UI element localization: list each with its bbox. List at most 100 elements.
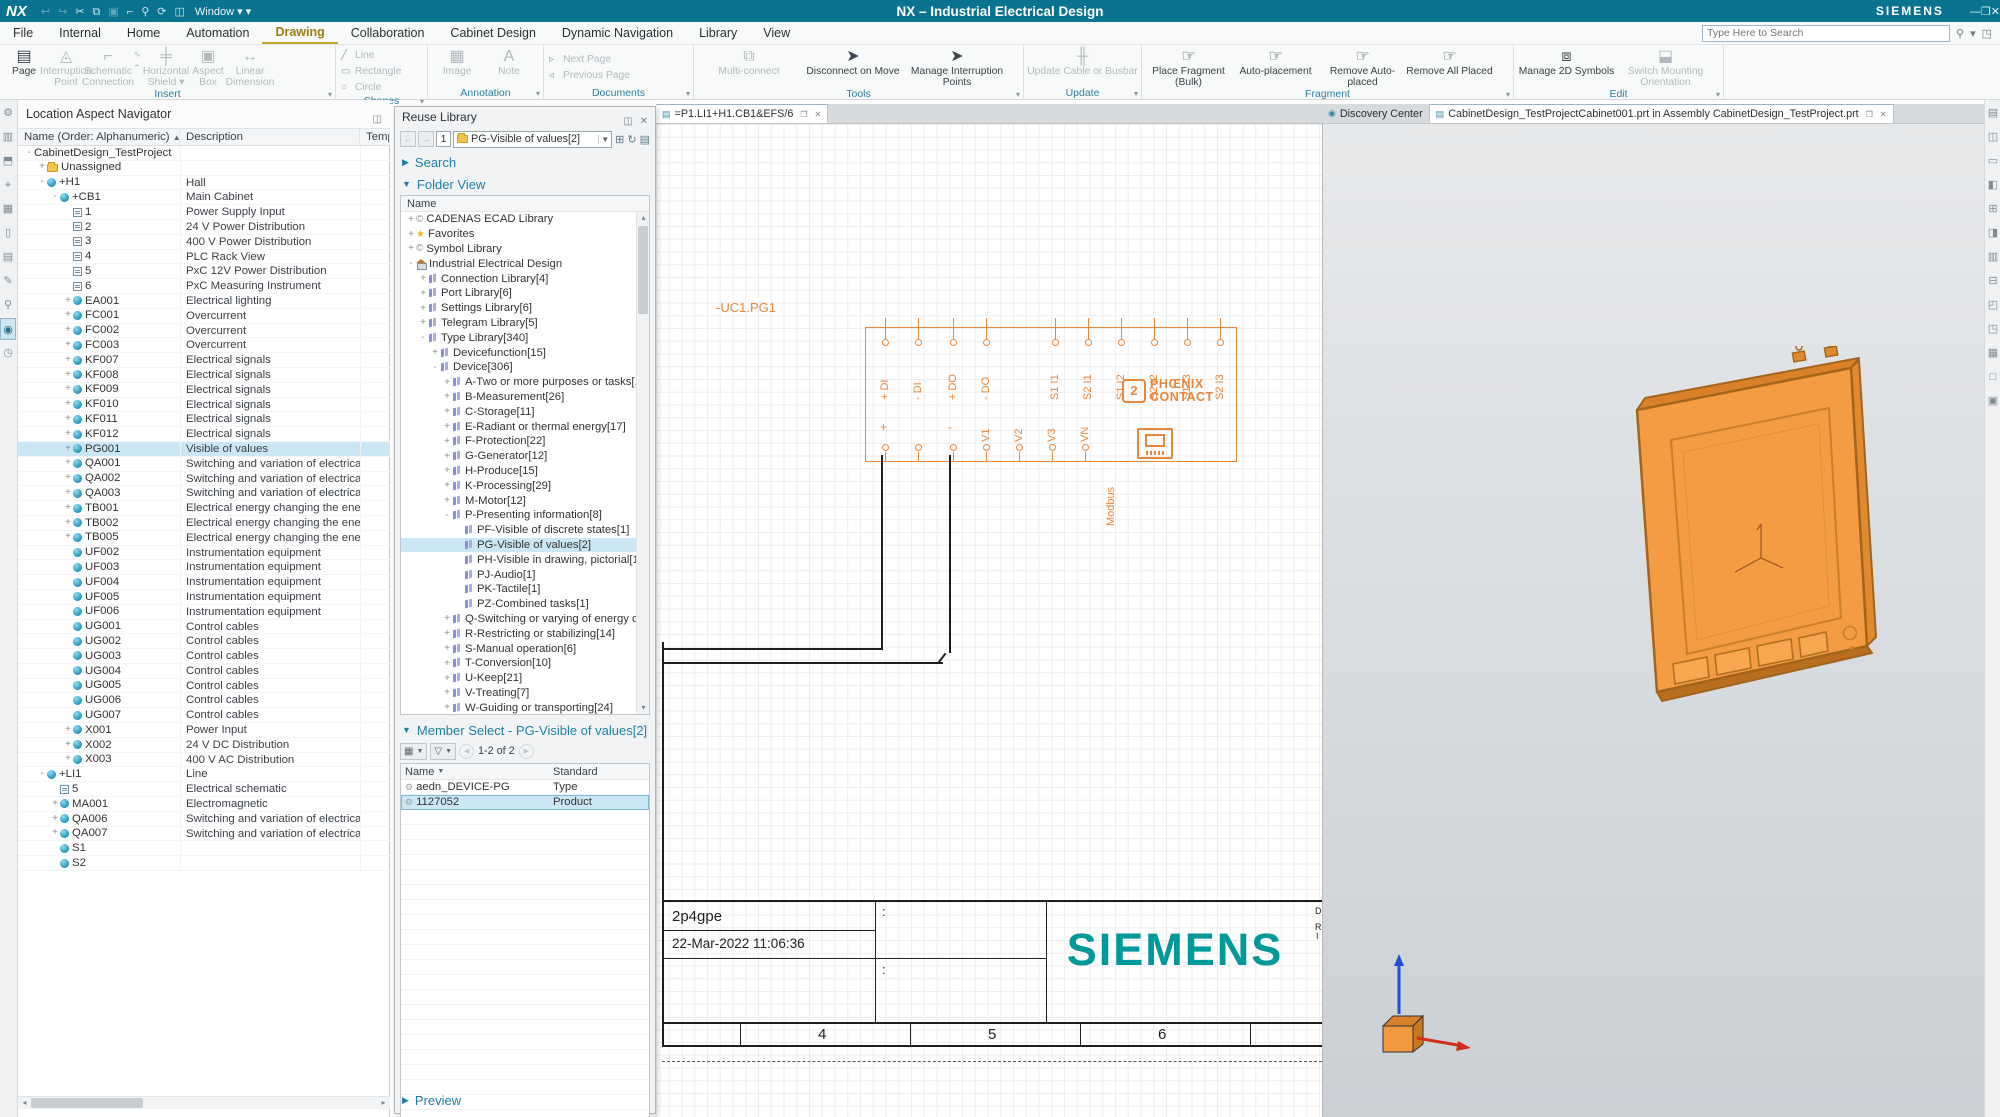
table-row[interactable]: + EA001 Electrical lighting [18,293,390,309]
tree-row[interactable]: + Devicefunction[15] [401,345,637,360]
remove-auto-placed-button[interactable]: ☞ Remove Auto-placed [1319,47,1406,88]
table-row[interactable]: + FC003 Overcurrent [18,338,390,354]
layout-4-icon[interactable]: ◧ [1985,174,2000,196]
circle-button[interactable]: ○ Circle [341,80,381,94]
tree-row[interactable]: + U-Keep[21] [401,671,637,686]
group-label-documents[interactable]: Documents ▾ [544,87,693,100]
group-label-tools[interactable]: Tools ▾ [694,88,1023,101]
table-row[interactable]: UF003 Instrumentation equipment [18,560,390,576]
layout-13-icon[interactable]: ▣ [1985,390,2000,412]
layout-9-icon[interactable]: ◰ [1985,294,2000,316]
expander-icon[interactable]: + [63,738,73,752]
tree-row[interactable]: - P-Presenting information[8] [401,508,637,523]
pin-terminal[interactable] [1015,444,1023,451]
tree-row[interactable]: + S-Manual operation[6] [401,641,637,656]
close-button[interactable]: ✕ [1991,6,2000,18]
table-row[interactable]: + TB005 Electrical energy changing the ene… [18,530,390,546]
chevron-down-icon[interactable]: ▾ [1970,27,1976,40]
group-dialog-launcher-icon[interactable]: ▾ [1134,87,1138,100]
table-row[interactable]: UG003 Control cables [18,649,390,664]
machine-icon[interactable]: ▥ [0,126,16,148]
expander-icon[interactable]: + [406,229,416,240]
view-style-dropdown[interactable]: ▦ ▼ [400,742,428,760]
window-menu[interactable]: Window ▾ ▾ [195,5,251,18]
pen-icon[interactable]: ✎ [0,270,16,292]
expander-icon[interactable]: + [442,658,452,669]
paste-icon[interactable]: ▣ [108,6,118,18]
table-row[interactable]: + PG001 Visible of values [18,441,390,457]
layout-7-icon[interactable]: ▥ [1985,246,2000,268]
pin-terminal[interactable] [982,444,990,451]
expander-icon[interactable]: + [63,442,73,456]
table-row[interactable]: + KF010 Electrical signals [18,397,390,413]
refresh-icon[interactable]: ↻ [627,134,636,146]
expander-icon[interactable]: - [50,190,60,204]
expander-icon[interactable]: - [430,362,440,373]
table-row[interactable]: UF004 Instrumentation equipment [18,575,390,590]
member-column-name[interactable]: Name ▼ [401,764,549,779]
views-icon[interactable]: ⊞ [615,134,624,146]
navigator-horizontal-scrollbar[interactable]: ◂ ▸ [18,1096,390,1109]
table-row[interactable]: + QA003 Switching and variation of electri… [18,486,390,502]
group-dialog-launcher-icon[interactable]: ▾ [536,87,540,100]
table-row[interactable]: 4 PLC Rack View [18,249,390,265]
pin-terminal[interactable] [1183,339,1191,346]
tree-row[interactable]: PF-Visible of discrete states[1] [401,523,637,538]
copy-icon[interactable]: ⧉ [93,6,101,18]
expander-icon[interactable]: + [37,161,47,175]
previous-page-button[interactable]: ◃ Previous Page [549,68,630,82]
table-row[interactable]: UF006 Instrumentation equipment [18,604,390,620]
tree-row[interactable]: + A-Two or more purposes or tasks[... [401,375,637,390]
table-row[interactable]: + KF011 Electrical signals [18,412,390,428]
pin-terminal[interactable] [949,444,957,451]
table-row[interactable]: UG001 Control cables [18,619,390,635]
layout-2-icon[interactable]: ◫ [1985,126,2000,148]
expander-icon[interactable]: + [63,457,73,471]
tree-row[interactable]: + Telegram Library[5] [401,316,637,331]
layout-6-icon[interactable]: ◨ [1985,222,2000,244]
table-row[interactable]: + QA006 Switching and variation of electri… [18,811,390,827]
expander-icon[interactable]: + [63,753,73,767]
column-temp[interactable]: Temp [360,129,390,145]
expander-icon[interactable]: + [63,723,73,737]
table-row[interactable]: + Unassigned [18,160,390,176]
tree-row[interactable]: + © Symbol Library [401,242,637,257]
table-row[interactable]: 2 24 V Power Distribution [18,219,390,235]
tree-row[interactable]: + W-Guiding or transporting[24] [401,700,637,714]
tree-row[interactable]: + C-Storage[11] [401,404,637,419]
table-row[interactable]: + KF008 Electrical signals [18,367,390,383]
expander-icon[interactable]: + [63,531,73,545]
expander-icon[interactable]: - [37,767,47,781]
expander-icon[interactable]: + [442,406,452,417]
expander-icon[interactable]: + [63,309,73,323]
tab-collaboration[interactable]: Collaboration [338,22,438,44]
tree-row[interactable]: + ★ Favorites [401,227,637,242]
pin-terminal[interactable] [982,339,990,346]
expander-icon[interactable]: + [442,702,452,713]
auto-placement-button[interactable]: ☞ Auto-placement [1232,47,1319,77]
page-number-box[interactable]: 1 [436,131,451,147]
table-row[interactable]: UG004 Control cables [18,663,390,679]
layout-map-icon[interactable]: ▦ [0,198,16,220]
expander-icon[interactable]: + [63,516,73,530]
history-icon[interactable]: ◷ [0,342,16,364]
layout-12-icon[interactable]: □ [1985,366,2000,388]
wire[interactable] [662,648,883,650]
tree-row[interactable]: + K-Processing[29] [401,478,637,493]
pin-terminal[interactable] [1081,444,1089,451]
table-row[interactable]: + FC002 Overcurrent [18,323,390,339]
device-tag-label[interactable]: -UC1.PG1 [716,300,776,315]
tree-row[interactable]: + Settings Library[6] [401,301,637,316]
expander-icon[interactable]: - [406,258,416,269]
tab-drawing-sheet[interactable]: ▤ =P1.LI1+H1.CB1&EFS/6 ❐ ✕ [656,104,829,123]
table-row[interactable]: 5 PxC 12V Power Distribution [18,264,390,280]
settings-icon[interactable]: ⚙ [0,102,16,124]
tab-home[interactable]: Home [114,22,173,44]
tab-drawing[interactable]: Drawing [262,22,338,44]
section-member-select[interactable]: ▼ Member Select - PG-Visible of values[2… [395,719,655,741]
table-row[interactable]: UF002 Instrumentation equipment [18,545,390,561]
tree-row[interactable]: - Type Library[340] [401,330,637,345]
pin-terminal[interactable] [914,444,922,451]
scroll-right-icon[interactable]: ▸ [377,1097,390,1109]
manage-interruption-points-button[interactable]: ➤ Manage Interruption Points [905,47,1009,88]
